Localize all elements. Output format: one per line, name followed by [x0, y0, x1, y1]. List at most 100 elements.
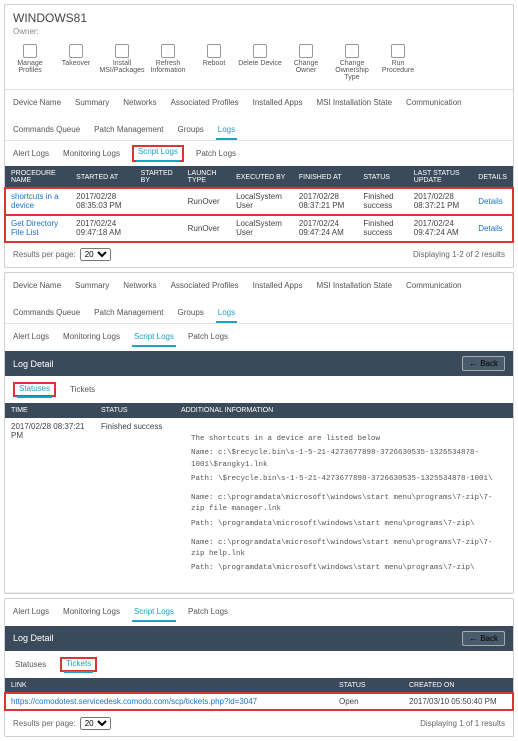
table-row: Get Directory File List2017/02/24 09:47:… [5, 215, 513, 242]
col-status: STATUS [357, 166, 407, 188]
tab-associated-profiles[interactable]: Associated Profiles [169, 277, 241, 294]
ticket-status: Open [333, 693, 403, 711]
install-msi-icon [115, 44, 129, 58]
tab-alert-logs[interactable]: Alert Logs [11, 603, 51, 622]
tab-monitoring-logs[interactable]: Monitoring Logs [61, 328, 122, 347]
subtab-script-logs[interactable]: Script Logs [136, 143, 180, 162]
tab-device-name[interactable]: Device Name [11, 94, 63, 111]
tab-groups[interactable]: Groups [176, 304, 206, 323]
log-detail-table-2: LINK STATUS CREATED ON https://comodotes… [5, 678, 513, 711]
tab-installed-apps[interactable]: Installed Apps [251, 94, 305, 111]
tab-logs[interactable]: Logs [216, 121, 237, 140]
log-line: Path: \programdata\microsoft\windows\sta… [191, 563, 497, 574]
tab-commands-queue[interactable]: Commands Queue [11, 304, 82, 323]
tab-alert-logs[interactable]: Alert Logs [11, 328, 51, 347]
delete-device[interactable]: Delete Device [237, 42, 283, 83]
tab-communication[interactable]: Communication [404, 94, 464, 111]
col-launch-type: LAUNCH TYPE [182, 166, 230, 188]
tab-summary[interactable]: Summary [73, 277, 111, 294]
change-owner[interactable]: Change Owner [283, 42, 329, 83]
log-detail-title: Log Detail [13, 359, 54, 369]
tab-msi-installation-state[interactable]: MSI Installation State [314, 277, 394, 294]
subtab-monitoring-logs[interactable]: Monitoring Logs [61, 145, 122, 162]
refresh-info[interactable]: Refresh Information [145, 42, 191, 83]
tab-groups[interactable]: Groups [176, 121, 206, 140]
install-msi[interactable]: Install MSI/Packages [99, 42, 145, 83]
procedure-link[interactable]: Get Directory File List [11, 219, 58, 237]
col-status: STATUS [95, 403, 175, 418]
details-link[interactable]: Details [478, 224, 502, 233]
ticket-created: 2017/03/10 05:50:40 PM [403, 693, 513, 711]
tab-commands-queue[interactable]: Commands Queue [11, 121, 82, 140]
log-line: Path: \$recycle.bin\s-1-5-21-4273677898-… [191, 474, 497, 485]
log-line: Name: c:\$recycle.bin\s-1-5-21-427367789… [191, 448, 497, 471]
col-executed-by: EXECUTED BY [230, 166, 293, 188]
procedure-link[interactable]: shortcuts in a device [11, 192, 59, 210]
refresh-info-icon [161, 44, 175, 58]
ticket-link[interactable]: https://comodotest.servicedesk.comodo.co… [11, 697, 257, 706]
col-finished-at: FINISHED AT [293, 166, 358, 188]
tab-summary[interactable]: Summary [73, 94, 111, 111]
details-link[interactable]: Details [478, 197, 502, 206]
pager-select[interactable]: 20 [80, 248, 111, 261]
change-ownership-type[interactable]: Change Ownership Type [329, 42, 375, 83]
action-toolbar: Manage ProfilesTakeoverInstall MSI/Packa… [5, 38, 513, 90]
table-row: shortcuts in a device2017/02/28 08:35:03… [5, 188, 513, 215]
back-button-2[interactable]: ←Back [462, 631, 505, 646]
tab-msi-installation-state[interactable]: MSI Installation State [314, 94, 394, 111]
log-subtabs-1: Alert Logs Monitoring Logs Script Logs Patc… [5, 141, 513, 166]
run-procedure-icon [391, 44, 405, 58]
tab-installed-apps[interactable]: Installed Apps [251, 277, 305, 294]
minitab-statuses[interactable]: Statuses [17, 381, 52, 398]
manage-profiles-icon [23, 44, 37, 58]
subtab-patch-logs[interactable]: Patch Logs [194, 145, 238, 162]
tab-monitoring-logs[interactable]: Monitoring Logs [61, 603, 122, 622]
col-started-at: STARTED AT [70, 166, 135, 188]
owner-label: Owner: [13, 27, 505, 36]
delete-device-icon [253, 44, 267, 58]
change-owner-icon [299, 44, 313, 58]
log-line: The shortcuts in a device are listed bel… [191, 434, 497, 445]
log-detail-table-1: TIME STATUS ADDITIONAL INFORMATION 2017/… [5, 403, 513, 593]
minitab-tickets[interactable]: Tickets [68, 382, 97, 397]
col-time: TIME [5, 403, 95, 418]
reboot[interactable]: Reboot [191, 42, 237, 83]
tab-patch-management[interactable]: Patch Management [92, 304, 165, 323]
main-tabs-2: Device Name Summary Networks Associated Pro… [5, 273, 513, 324]
subtab-alert-logs[interactable]: Alert Logs [11, 145, 51, 162]
tab-device-name[interactable]: Device Name [11, 277, 63, 294]
procedure-table: PROCEDURE NAMESTARTED ATSTARTED BYLAUNCH… [5, 166, 513, 242]
tab-networks[interactable]: Networks [121, 277, 158, 294]
tab-patch-logs[interactable]: Patch Logs [186, 328, 230, 347]
tab-logs[interactable]: Logs [216, 304, 237, 323]
takeover-icon [69, 44, 83, 58]
tab-communication[interactable]: Communication [404, 277, 464, 294]
tab-networks[interactable]: Networks [121, 94, 158, 111]
tab-patch-management[interactable]: Patch Management [92, 121, 165, 140]
pager-select-2[interactable]: 20 [80, 717, 111, 730]
col-procedure-name: PROCEDURE NAME [5, 166, 70, 188]
minitab-statuses[interactable]: Statuses [13, 657, 48, 672]
log-time: 2017/02/28 08:37:21 PM [5, 418, 95, 592]
log-line: Name: c:\programdata\microsoft\windows\s… [191, 538, 497, 561]
back-button[interactable]: ←Back [462, 356, 505, 371]
log-status: Finished success [95, 418, 175, 592]
device-title: WINDOWS81 [13, 11, 505, 25]
arrow-left-icon: ← [469, 359, 477, 368]
tab-patch-logs[interactable]: Patch Logs [186, 603, 230, 622]
col-last-status-update: LAST STATUS UPDATE [408, 166, 473, 188]
log-detail-title-2: Log Detail [13, 633, 54, 643]
manage-profiles[interactable]: Manage Profiles [7, 42, 53, 83]
pager-label: Results per page: [13, 250, 76, 259]
tab-script-logs[interactable]: Script Logs [132, 603, 176, 622]
log-line: Path: \programdata\microsoft\windows\sta… [191, 519, 497, 530]
run-procedure[interactable]: Run Procedure [375, 42, 421, 83]
change-ownership-type-icon [345, 44, 359, 58]
main-tabs-1: Device Name Summary Networks Associated Pro… [5, 90, 513, 141]
takeover[interactable]: Takeover [53, 42, 99, 83]
tab-associated-profiles[interactable]: Associated Profiles [169, 94, 241, 111]
col-info: ADDITIONAL INFORMATION [175, 403, 513, 418]
minitab-tickets[interactable]: Tickets [64, 656, 93, 673]
col-status2: STATUS [333, 678, 403, 693]
tab-script-logs[interactable]: Script Logs [132, 328, 176, 347]
